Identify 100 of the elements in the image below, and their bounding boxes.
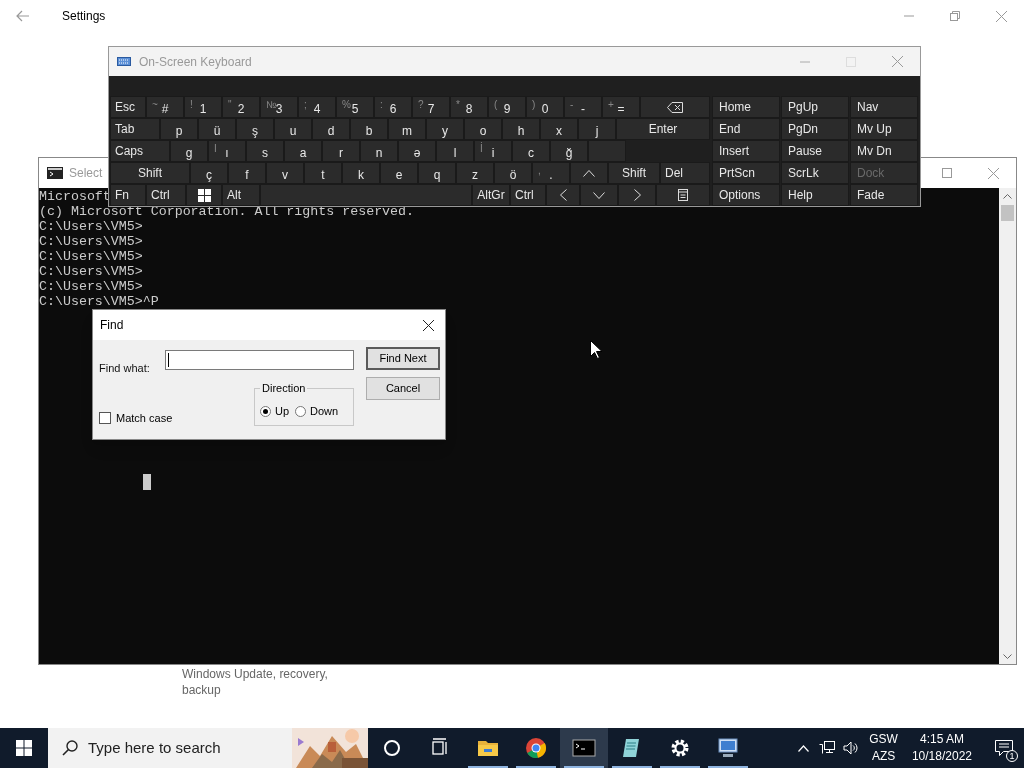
console-line: C:\Users\VM5> — [39, 279, 143, 294]
keyboard-key[interactable]: l — [436, 140, 474, 162]
chevron-up-icon[interactable] — [798, 744, 810, 752]
keyboard-key[interactable]: d — [312, 118, 350, 140]
keyboard-key[interactable]: ş — [236, 118, 274, 140]
keyboard-key[interactable]: v — [266, 162, 304, 184]
keyboard-key[interactable]: Del — [660, 162, 710, 184]
dialog-button[interactable]: Find Next — [366, 347, 440, 370]
radio-option[interactable]: Up — [260, 403, 290, 420]
keyboard-key[interactable]: ö — [494, 162, 532, 184]
scrollbar-thumb[interactable] — [1001, 205, 1014, 221]
search-field[interactable]: Type here to search — [48, 728, 368, 768]
keyboard-key[interactable]: f — [228, 162, 266, 184]
keyboard-key[interactable]: Fn — [110, 184, 146, 206]
keyboard-key[interactable]: ə — [398, 140, 436, 162]
keyboard-key[interactable]: Help — [781, 184, 849, 206]
speaker-icon[interactable] — [843, 741, 860, 755]
dialog-button[interactable]: Cancel — [366, 377, 440, 400]
keyboard-key[interactable]: Shift — [608, 162, 660, 184]
keyboard-key[interactable]: j — [578, 118, 616, 140]
radio-option[interactable]: Down — [295, 403, 339, 420]
keyboard-key[interactable]: b — [350, 118, 388, 140]
keyboard-key[interactable] — [186, 184, 222, 206]
network-icon[interactable] — [819, 741, 836, 755]
find-input-field[interactable] — [165, 350, 354, 370]
clock[interactable]: 4:15 AM 10/18/2022 — [911, 731, 972, 765]
keyboard-key[interactable]: Home — [712, 96, 780, 118]
keyboard-key[interactable]: z — [456, 162, 494, 184]
keyboard-key[interactable]: ) 0 — [526, 96, 564, 118]
keyboard-key[interactable]: n — [360, 140, 398, 162]
keyboard-key[interactable]: h — [502, 118, 540, 140]
keyboard-key[interactable]: ? 7 — [412, 96, 450, 118]
keyboard-key[interactable]: ScrLk — [781, 162, 849, 184]
keyboard-key[interactable]: ; 4 — [298, 96, 336, 118]
scrollbar[interactable] — [999, 188, 1016, 664]
match-case-checkbox[interactable]: Match case — [99, 410, 173, 427]
keyboard-key[interactable]: u — [274, 118, 312, 140]
keyboard-key[interactable]: Nav — [850, 96, 918, 118]
keyboard-key[interactable]: Pause — [781, 140, 849, 162]
keyboard-key[interactable]: ü — [198, 118, 236, 140]
keyboard-key[interactable] — [656, 184, 710, 206]
keyboard-key[interactable]: İ i — [474, 140, 512, 162]
keyboard-key[interactable]: Options — [712, 184, 780, 206]
keyboard-key[interactable]: Ctrl — [510, 184, 546, 206]
scroll-up-icon[interactable] — [1003, 193, 1012, 199]
keyboard-key[interactable] — [640, 96, 710, 118]
keyboard-key[interactable]: PrtScn — [712, 162, 780, 184]
keyboard-key[interactable]: Insert — [712, 140, 780, 162]
keyboard-key[interactable]: - - — [564, 96, 602, 118]
keyboard-key[interactable]: Ctrl — [146, 184, 186, 206]
keyboard-key[interactable]: ğ — [550, 140, 588, 162]
mouse-pointer-icon — [590, 340, 602, 359]
keyboard-key[interactable]: №3 — [260, 96, 298, 118]
keyboard-key[interactable]: q — [418, 162, 456, 184]
keyboard-key[interactable]: PgUp — [781, 96, 849, 118]
keyboard-key[interactable]: Enter — [616, 118, 710, 140]
keyboard-key[interactable]: : 6 — [374, 96, 412, 118]
keyboard-key[interactable]: o — [464, 118, 502, 140]
keyboard-key[interactable]: Shift — [110, 162, 190, 184]
keyboard-key[interactable]: AltGr — [472, 184, 510, 206]
keyboard-key[interactable]: y — [426, 118, 464, 140]
keyboard-key[interactable]: ! 1 — [184, 96, 222, 118]
keyboard-key[interactable]: End — [712, 118, 780, 140]
close-icon[interactable] — [422, 319, 434, 331]
keyboard-key[interactable]: c — [512, 140, 550, 162]
keyboard-key[interactable]: %5 — [336, 96, 374, 118]
keyboard-key[interactable]: r — [322, 140, 360, 162]
keyboard-key[interactable]: Mv Up — [850, 118, 918, 140]
keyboard-key[interactable]: , . — [532, 162, 570, 184]
notifications-button[interactable]: 1 — [984, 728, 1024, 768]
restore-icon[interactable] — [950, 11, 960, 21]
taskbar-button[interactable] — [560, 728, 608, 768]
keyboard-key[interactable]: p — [160, 118, 198, 140]
keyboard-key[interactable]: Alt — [222, 184, 260, 206]
keyboard-key[interactable]: t — [304, 162, 342, 184]
maximize-icon[interactable] — [942, 168, 952, 178]
keyboard-key[interactable]: e — [380, 162, 418, 184]
keyboard-key[interactable]: Fade — [850, 184, 918, 206]
keyboard-key[interactable]: m — [388, 118, 426, 140]
keyboard-key[interactable]: PgDn — [781, 118, 849, 140]
keyboard-key[interactable]: Caps — [110, 140, 170, 162]
keyboard-key[interactable]: ( 9 — [488, 96, 526, 118]
scroll-down-icon[interactable] — [1003, 653, 1012, 659]
keyboard-key[interactable]: x — [540, 118, 578, 140]
keyboard-key[interactable]: " 2 — [222, 96, 260, 118]
keyboard-key[interactable]: g — [170, 140, 208, 162]
language-indicator[interactable]: GSW AZS — [869, 731, 898, 765]
keyboard-key[interactable]: Mv Dn — [850, 140, 918, 162]
windows-logo-icon[interactable] — [16, 740, 32, 756]
keyboard-key[interactable]: k — [342, 162, 380, 184]
keyboard-key[interactable]: + = — [602, 96, 640, 118]
back-arrow-icon[interactable] — [16, 10, 30, 22]
keyboard-key[interactable]: I ı — [208, 140, 246, 162]
keyboard-key[interactable]: * 8 — [450, 96, 488, 118]
keyboard-key[interactable]: ~ # — [146, 96, 184, 118]
keyboard-key[interactable]: ç — [190, 162, 228, 184]
keyboard-key[interactable]: s — [246, 140, 284, 162]
keyboard-key[interactable]: Esc — [110, 96, 146, 118]
keyboard-key[interactable]: a — [284, 140, 322, 162]
keyboard-key[interactable]: Tab — [110, 118, 160, 140]
